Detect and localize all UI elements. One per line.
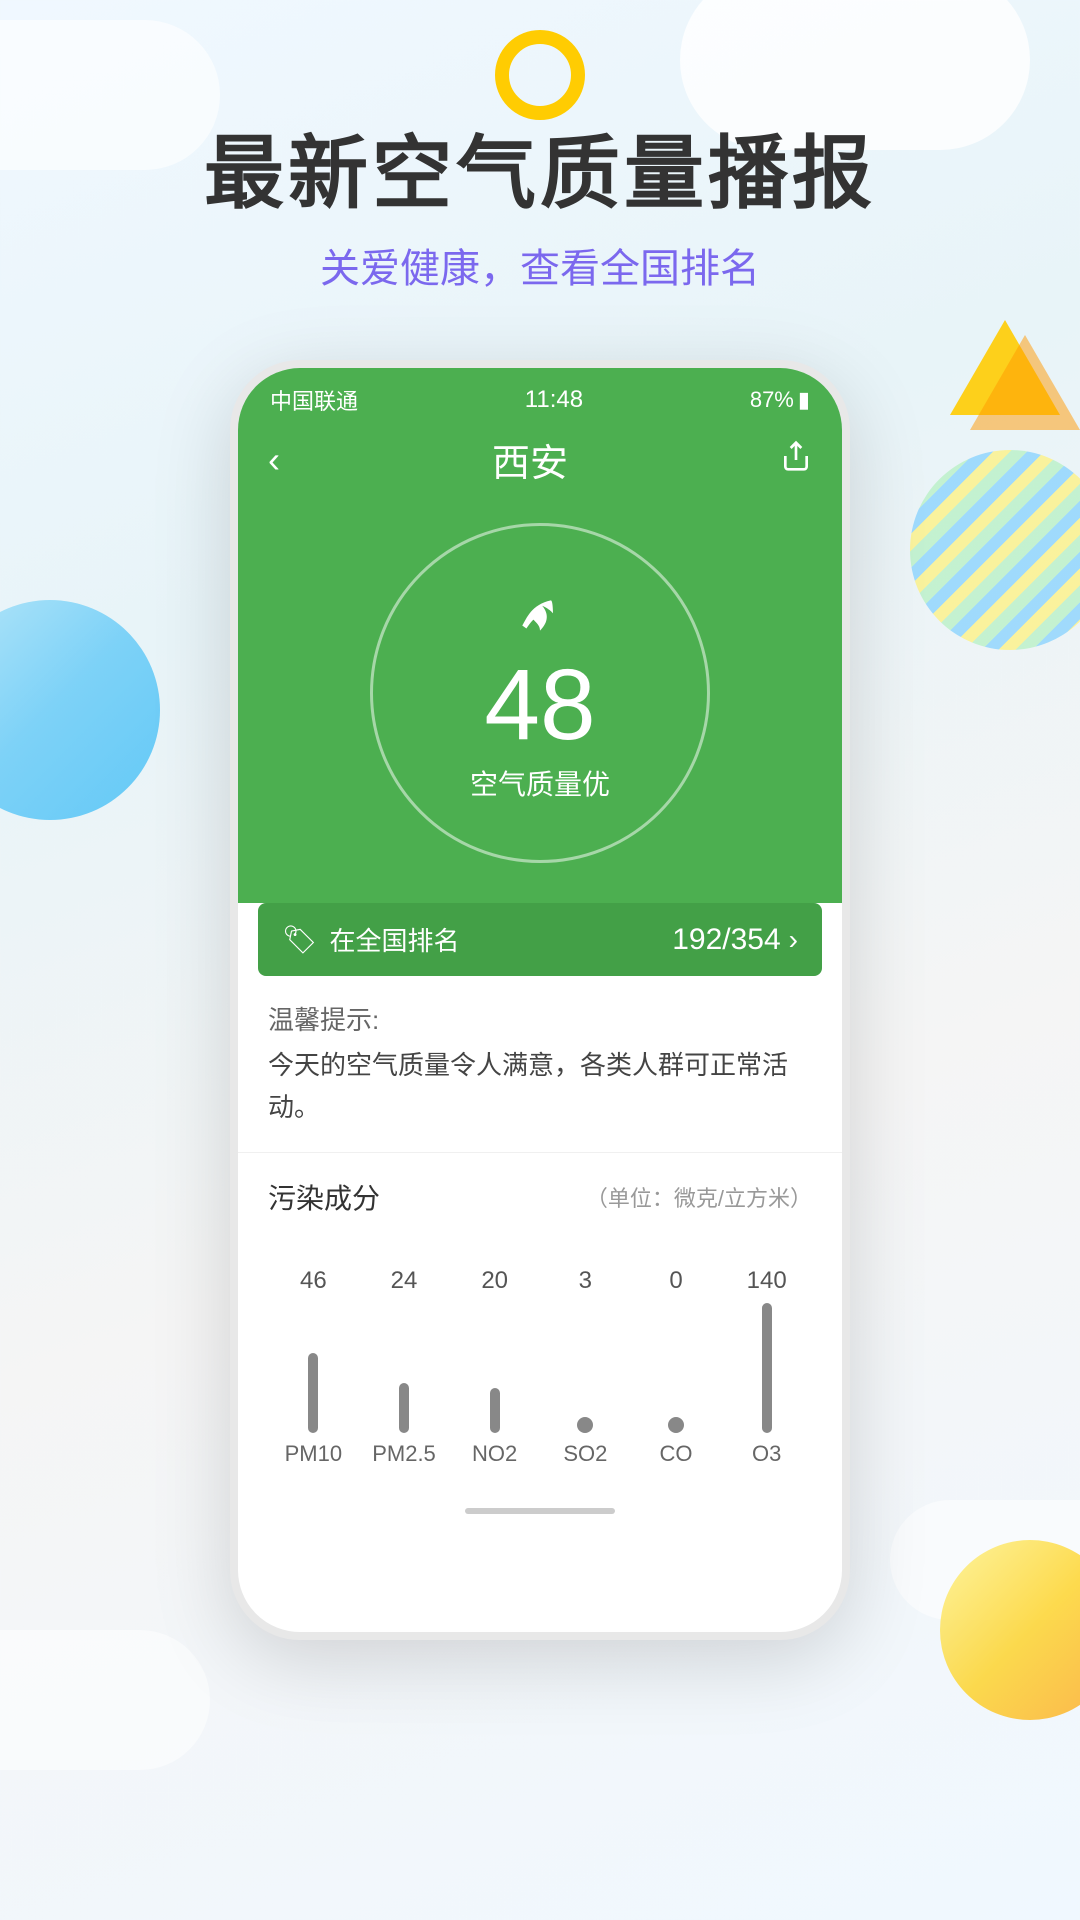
poll-name: SO2 — [563, 1441, 607, 1467]
sub-title: 关爱健康，查看全国排名 — [0, 236, 1080, 294]
home-indicator — [238, 1491, 842, 1531]
ranking-label: 在全国排名 — [330, 921, 460, 958]
aqi-circle: 48 空气质量优 — [370, 523, 710, 863]
poll-name: NO2 — [472, 1441, 517, 1467]
status-bar: 中国联通 11:48 87% ▮ — [238, 368, 842, 424]
leaf-icon — [514, 583, 566, 647]
poll-bar-container — [577, 1303, 593, 1433]
poll-bar-container — [308, 1303, 318, 1433]
poll-bar-container — [762, 1303, 772, 1433]
poll-value-pm10: 46 — [300, 1267, 327, 1295]
pollutants-section: 污染成分 （单位：微克/立方米） 46 PM10 24 PM2.5 20 NO2 3 SO2 0… — [238, 1153, 842, 1491]
poll-item-co: 0 CO — [631, 1267, 722, 1467]
aqi-value: 48 — [484, 655, 595, 755]
bg-stripe-ball — [910, 450, 1080, 650]
tip-section: 温馨提示: 今天的空气质量令人满意，各类人群可正常活动。 — [238, 976, 842, 1153]
main-title: 最新空气质量播报 — [0, 130, 1080, 218]
poll-item-pm10: 46 PM10 — [268, 1267, 359, 1467]
home-bar — [465, 1508, 615, 1514]
battery-status: 87% ▮ — [750, 387, 810, 413]
content-area: 温馨提示: 今天的空气质量令人满意，各类人群可正常活动。 污染成分 （单位：微克… — [238, 976, 842, 1491]
back-button[interactable]: ‹ — [268, 439, 280, 481]
poll-item-pm2.5: 24 PM2.5 — [359, 1267, 450, 1467]
ranking-left: 🏷 在全国排名 — [282, 921, 460, 958]
top-ring-decoration — [495, 30, 585, 120]
bg-circle-blue — [0, 600, 160, 820]
battery-label: 87% — [750, 387, 794, 413]
pollutants-header: 污染成分 （单位：微克/立方米） — [268, 1177, 812, 1217]
poll-bar-container — [490, 1303, 500, 1433]
aqi-section: 48 空气质量优 — [238, 503, 842, 903]
tip-text: 今天的空气质量令人满意，各类人群可正常活动。 — [268, 1045, 812, 1128]
poll-bar — [762, 1303, 772, 1433]
poll-dot — [577, 1417, 593, 1433]
poll-name: O3 — [752, 1441, 781, 1467]
bg-cloud-1 — [680, 0, 1030, 150]
battery-icon: ▮ — [798, 387, 810, 413]
nav-bar: ‹ 西安 — [238, 424, 842, 503]
poll-bar — [490, 1388, 500, 1433]
pollutants-bars: 46 PM10 24 PM2.5 20 NO2 3 SO2 0 CO 140 O3 — [268, 1247, 812, 1467]
poll-value-co: 0 — [669, 1267, 682, 1295]
bg-cloud-4 — [0, 1630, 210, 1770]
poll-value-so2: 3 — [579, 1267, 592, 1295]
ranking-icon: 🏷 — [282, 923, 318, 956]
poll-item-so2: 3 SO2 — [540, 1267, 631, 1467]
poll-bar-container — [399, 1303, 409, 1433]
poll-bar-container — [668, 1303, 684, 1433]
ranking-chevron: › — [789, 924, 798, 956]
ranking-current: 192/354 — [672, 923, 780, 957]
time-label: 11:48 — [525, 386, 583, 414]
poll-item-no2: 20 NO2 — [449, 1267, 540, 1467]
ranking-bar[interactable]: 🏷 在全国排名 192/354 › — [258, 903, 822, 976]
poll-bar — [399, 1383, 409, 1433]
phone-mockup: 中国联通 11:48 87% ▮ ‹ 西安 48 空气质 — [230, 360, 850, 1640]
poll-name: CO — [660, 1441, 693, 1467]
poll-bar — [308, 1353, 318, 1433]
pollutants-title: 污染成分 — [268, 1177, 380, 1217]
poll-value-o3: 140 — [747, 1267, 787, 1295]
title-area: 最新空气质量播报 关爱健康，查看全国排名 — [0, 130, 1080, 294]
poll-name: PM10 — [285, 1441, 342, 1467]
poll-value-no2: 20 — [481, 1267, 508, 1295]
poll-name: PM2.5 — [372, 1441, 436, 1467]
carrier-label: 中国联通 — [270, 384, 358, 416]
aqi-label: 空气质量优 — [470, 763, 610, 803]
poll-dot — [668, 1417, 684, 1433]
share-button[interactable] — [780, 440, 812, 480]
poll-item-o3: 140 O3 — [721, 1267, 812, 1467]
tip-title: 温馨提示: — [268, 1000, 812, 1037]
pollutants-unit: （单位：微克/立方米） — [586, 1181, 812, 1213]
city-label: 西安 — [492, 432, 568, 487]
poll-value-pm2.5: 24 — [391, 1267, 418, 1295]
ranking-right: 192/354 › — [672, 923, 798, 957]
